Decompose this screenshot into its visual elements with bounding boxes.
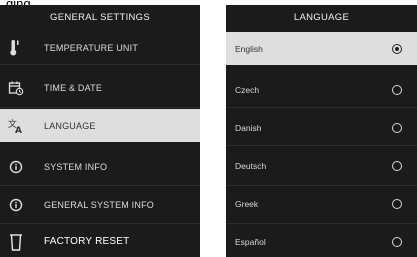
general-settings-panel: GENERAL SETTINGS TEMPERATURE UNIT TIME &… bbox=[0, 5, 200, 257]
calendar-clock-icon bbox=[6, 78, 26, 98]
divider bbox=[0, 185, 200, 186]
language-option-label: Deutsch bbox=[235, 160, 267, 171]
language-option-espanol[interactable]: Español bbox=[226, 225, 417, 257]
svg-text:A: A bbox=[15, 126, 22, 134]
menu-item-system-info[interactable]: SYSTEM INFO bbox=[0, 150, 200, 183]
language-option-label: Czech bbox=[235, 84, 260, 95]
menu-item-label: TIME & DATE bbox=[44, 82, 103, 93]
language-option-english[interactable]: English bbox=[226, 32, 417, 65]
menu-item-label: FACTORY RESET bbox=[44, 236, 130, 247]
menu-item-temperature-unit[interactable]: TEMPERATURE UNIT bbox=[0, 31, 200, 64]
language-option-label: Greek bbox=[235, 198, 259, 209]
menu-item-label: SYSTEM INFO bbox=[44, 161, 108, 172]
divider bbox=[226, 145, 417, 146]
language-option-czech[interactable]: Czech bbox=[226, 73, 417, 106]
radio-button[interactable] bbox=[392, 198, 402, 209]
translate-icon: 文 A bbox=[6, 116, 26, 136]
divider bbox=[0, 107, 200, 108]
info-icon bbox=[6, 195, 26, 215]
radio-button-selected[interactable] bbox=[392, 43, 402, 54]
menu-item-time-date[interactable]: TIME & DATE bbox=[0, 71, 200, 104]
trash-icon bbox=[6, 232, 26, 252]
divider bbox=[0, 64, 200, 65]
language-option-deutsch[interactable]: Deutsch bbox=[226, 149, 417, 182]
radio-button[interactable] bbox=[392, 122, 402, 133]
menu-item-label: LANGUAGE bbox=[44, 120, 96, 131]
radio-button[interactable] bbox=[392, 160, 402, 171]
menu-item-label: TEMPERATURE UNIT bbox=[44, 42, 139, 53]
divider bbox=[226, 107, 417, 108]
divider bbox=[0, 223, 200, 224]
language-option-label: English bbox=[235, 43, 263, 54]
divider bbox=[226, 185, 417, 186]
thermometer-icon bbox=[6, 38, 26, 58]
radio-button[interactable] bbox=[392, 236, 402, 247]
language-option-danish[interactable]: Danish bbox=[226, 111, 417, 144]
menu-item-label: GENERAL SYSTEM INFO bbox=[44, 199, 154, 210]
menu-item-general-system-info[interactable]: GENERAL SYSTEM INFO bbox=[0, 188, 200, 221]
language-option-greek[interactable]: Greek bbox=[226, 187, 417, 220]
language-title: LANGUAGE bbox=[226, 5, 417, 31]
radio-button[interactable] bbox=[392, 84, 402, 95]
menu-item-language[interactable]: 文 A LANGUAGE bbox=[0, 109, 200, 142]
language-option-label: Danish bbox=[235, 122, 262, 133]
menu-item-factory-reset[interactable]: FACTORY RESET bbox=[0, 225, 200, 257]
language-option-label: Español bbox=[235, 236, 266, 247]
divider bbox=[226, 223, 417, 224]
info-icon bbox=[6, 157, 26, 177]
general-settings-title: GENERAL SETTINGS bbox=[0, 5, 200, 31]
language-panel: LANGUAGE English Czech Danish Deutsch Gr… bbox=[226, 5, 417, 257]
